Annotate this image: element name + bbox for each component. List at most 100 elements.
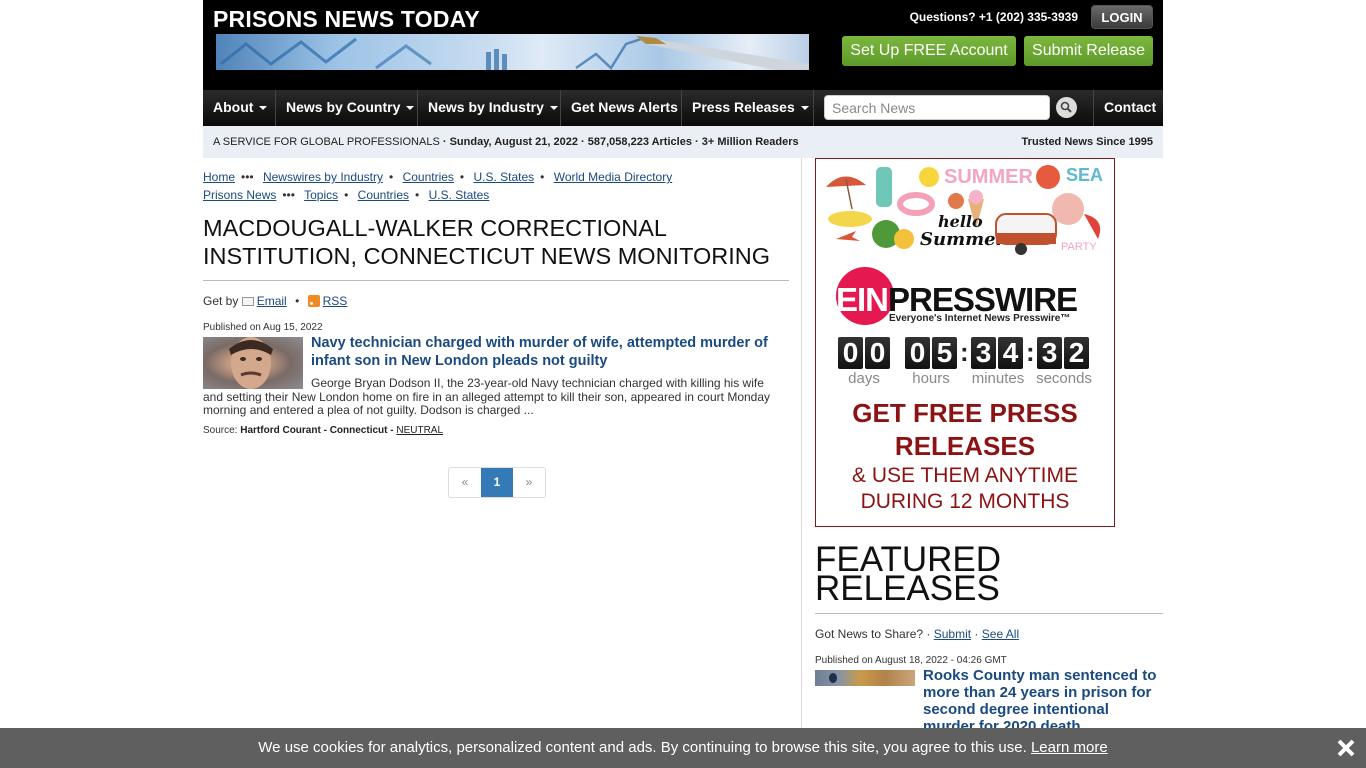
countdown-hours-label: hours bbox=[912, 370, 950, 387]
featured-releases-title: FEATURED RELEASES bbox=[815, 540, 1002, 608]
nav-get-news-alerts-label: Get News Alerts bbox=[571, 99, 678, 115]
breadcrumb-prisons-news[interactable]: Prisons News bbox=[203, 188, 276, 202]
pagination: « 1 » bbox=[448, 467, 546, 498]
breadcrumb-us-states[interactable]: U.S. States bbox=[473, 170, 534, 184]
nav-about[interactable]: About bbox=[203, 90, 276, 126]
nav-contact-label: Contact bbox=[1104, 99, 1157, 115]
nav-press-releases-label: Press Releases bbox=[692, 99, 795, 115]
service-tagline: A SERVICE FOR GLOBAL PROFESSIONALS bbox=[213, 136, 440, 148]
sentiment-link[interactable]: NEUTRAL bbox=[396, 425, 443, 436]
title-divider bbox=[203, 280, 789, 281]
cookie-close-button[interactable] bbox=[1336, 738, 1356, 758]
source-label: Source: bbox=[203, 425, 238, 436]
pagination-prev[interactable]: « bbox=[449, 468, 481, 497]
countdown-seconds-digit: 2 bbox=[1064, 337, 1089, 369]
close-icon bbox=[1337, 739, 1355, 757]
countdown-hours-digit: 0 bbox=[905, 337, 930, 369]
nav-get-news-alerts[interactable]: Get News Alerts bbox=[561, 90, 682, 126]
summer-banner-image: SUMMER SEA hello Summer PARTY bbox=[816, 159, 1114, 259]
article-count: 587,058,223 Articles bbox=[587, 136, 692, 148]
header-banner-image bbox=[216, 34, 809, 70]
page-title: MACDOUGALL-WALKER CORRECTIONAL INSTITUTI… bbox=[203, 215, 771, 269]
breadcrumb-world-media-directory[interactable]: World Media Directory bbox=[554, 170, 672, 184]
cookie-message: We use cookies for analytics, personaliz… bbox=[258, 739, 1027, 756]
summer-word: SUMMER bbox=[944, 166, 1033, 188]
breadcrumb-newswires-by-industry[interactable]: Newswires by Industry bbox=[263, 170, 383, 184]
nav-press-releases[interactable]: Press Releases bbox=[682, 90, 814, 126]
search-input[interactable] bbox=[824, 95, 1050, 120]
pagination-page-1[interactable]: 1 bbox=[481, 468, 513, 497]
countdown-hours-digit: 5 bbox=[932, 337, 957, 369]
countdown-timer: 0 0 0 5 : 3 4 : 3 2 days hours minutes s… bbox=[838, 337, 1098, 387]
breadcrumb-countries-2[interactable]: Countries bbox=[358, 188, 409, 202]
nav-news-by-country-label: News by Country bbox=[286, 99, 401, 115]
got-news-label: Got News to Share? bbox=[815, 627, 924, 641]
pagination-next[interactable]: » bbox=[513, 468, 545, 497]
submit-link[interactable]: Submit bbox=[934, 627, 971, 641]
countdown-minutes-label: minutes bbox=[971, 370, 1025, 387]
ein-brand: EIN bbox=[836, 281, 889, 318]
see-all-link[interactable]: See All bbox=[982, 627, 1019, 641]
article-snippet: George Bryan Dodson II, the 23-year-old … bbox=[203, 376, 771, 417]
login-button[interactable]: LOGIN bbox=[1091, 5, 1153, 29]
breadcrumb-secondary: Prisons News ••• Topics • Countries • U.S. … bbox=[203, 188, 490, 202]
source-name: Hartford Courant - Connecticut - bbox=[240, 425, 394, 436]
email-link[interactable]: Email bbox=[257, 294, 287, 308]
featured-divider bbox=[815, 613, 1163, 614]
featured-published-date: Published on August 18, 2022 - 04:26 GMT bbox=[815, 655, 1007, 666]
contact-phone: Questions? +1 (202) 335-3939 bbox=[909, 10, 1078, 24]
rss-icon bbox=[307, 295, 320, 307]
presswire-ad[interactable]: SUMMER SEA hello Summer PARTY EINPRESSWI… bbox=[815, 158, 1115, 527]
main-nav: About News by Country News by Industry G… bbox=[203, 90, 1163, 126]
search-button[interactable] bbox=[1056, 97, 1077, 118]
countdown-days-digit: 0 bbox=[865, 337, 890, 369]
current-date: Sunday, August 21, 2022 bbox=[449, 136, 578, 148]
article-title-link[interactable]: Navy technician charged with murder of w… bbox=[311, 334, 791, 370]
nav-news-by-industry[interactable]: News by Industry bbox=[418, 90, 561, 126]
featured-item-title-link[interactable]: Rooks County man sentenced to more than … bbox=[923, 667, 1163, 735]
breadcrumb-countries[interactable]: Countries bbox=[403, 170, 454, 184]
countdown-minutes-digit: 3 bbox=[971, 337, 996, 369]
breadcrumb-topics[interactable]: Topics bbox=[304, 188, 338, 202]
sea-word: SEA bbox=[1066, 165, 1103, 185]
countdown-seconds-digit: 3 bbox=[1037, 337, 1062, 369]
caret-down-icon bbox=[259, 106, 268, 111]
ad-headline: GET FREE PRESS RELEASES bbox=[852, 398, 1078, 461]
get-by-label: Get by bbox=[203, 294, 239, 308]
cookie-learn-more-link[interactable]: Learn more bbox=[1031, 739, 1108, 756]
countdown-days-digit: 0 bbox=[838, 337, 863, 369]
party-word: PARTY bbox=[1061, 241, 1097, 253]
article-source: Source: Hartford Courant - Connecticut -… bbox=[203, 425, 443, 436]
ein-tagline: Everyone's Internet News Presswire™ bbox=[889, 313, 1071, 324]
got-news-to-share: Got News to Share? · Submit · See All bbox=[815, 627, 1020, 641]
breadcrumb-primary: Home ••• Newswires by Industry • Countries… bbox=[203, 170, 673, 184]
search-icon bbox=[1060, 101, 1072, 113]
countdown-seconds-label: seconds bbox=[1036, 370, 1092, 387]
info-bar: A SERVICE FOR GLOBAL PROFESSIONALS · Sun… bbox=[203, 126, 1163, 158]
subscribe-options: Get by Email • RSS bbox=[203, 294, 348, 308]
reader-count: 3+ Million Readers bbox=[701, 136, 799, 148]
email-icon bbox=[241, 297, 254, 306]
countdown-colon: : bbox=[960, 337, 969, 367]
ad-subline: & USE THEM ANYTIME DURING 12 MONTHS bbox=[852, 464, 1078, 513]
nav-contact[interactable]: Contact bbox=[1093, 90, 1163, 126]
caret-down-icon bbox=[800, 106, 809, 111]
submit-release-button[interactable]: Submit Release bbox=[1024, 36, 1153, 66]
caret-down-icon bbox=[406, 106, 415, 111]
column-divider bbox=[801, 158, 802, 738]
site-logo[interactable]: PRISONS NEWS TODAY bbox=[213, 6, 480, 33]
breadcrumb-us-states-2[interactable]: U.S. States bbox=[429, 188, 490, 202]
nav-news-by-country[interactable]: News by Country bbox=[276, 90, 418, 126]
countdown-days-label: days bbox=[848, 370, 880, 387]
cookie-banner: We use cookies for analytics, personaliz… bbox=[0, 728, 1366, 768]
rss-link[interactable]: RSS bbox=[323, 294, 348, 308]
nav-about-label: About bbox=[213, 99, 254, 115]
featured-thumbnail[interactable] bbox=[815, 670, 915, 686]
setup-free-account-button[interactable]: Set Up FREE Account bbox=[842, 36, 1016, 66]
site-header: PRISONS NEWS TODAY Questions? +1 (202) 3… bbox=[203, 0, 1163, 90]
summer-script-word: Summer bbox=[920, 229, 1007, 250]
countdown-minutes-digit: 4 bbox=[998, 337, 1023, 369]
einpresswire-logo: EINPRESSWIRE Everyone's Internet News Pr… bbox=[836, 267, 1096, 329]
breadcrumb-home[interactable]: Home bbox=[203, 170, 235, 184]
countdown-colon: : bbox=[1026, 337, 1035, 367]
